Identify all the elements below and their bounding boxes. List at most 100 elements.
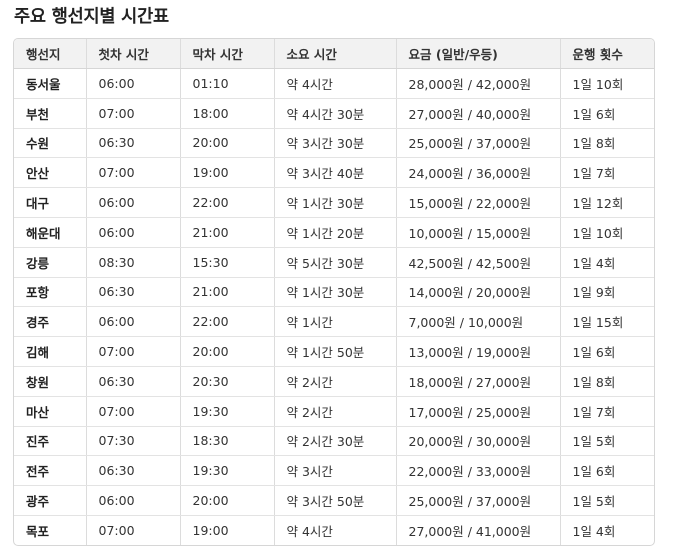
- table-row: 경주 06:00 22:00 약 1시간 7,000원 / 10,000원 1일 15회: [14, 306, 654, 338]
- duration-cell: 약 3시간 40분: [274, 157, 397, 189]
- last-bus-cell: 22:00: [180, 187, 275, 218]
- destination-cell: 부천: [14, 98, 87, 129]
- table-row: 대구 06:00 22:00 약 1시간 30분 15,000원 / 22,000원 1일…: [14, 187, 654, 218]
- frequency-cell: 1일 7회: [560, 396, 654, 427]
- last-bus-cell: 21:00: [180, 217, 275, 248]
- table-row: 강릉 08:30 15:30 약 5시간 30분 42,500원 / 42,500원 1일…: [14, 247, 654, 278]
- table-row: 수원 06:30 20:00 약 3시간 30분 25,000원 / 37,000원 1일…: [14, 128, 654, 159]
- duration-cell: 약 2시간 30분: [274, 426, 397, 457]
- first-bus-cell: 06:30: [86, 455, 181, 487]
- last-bus-cell: 19:30: [180, 455, 275, 487]
- first-bus-cell: 06:00: [86, 217, 181, 248]
- frequency-cell: 1일 7회: [560, 157, 654, 189]
- duration-cell: 약 4시간: [274, 515, 397, 545]
- table-row: 안산 07:00 19:00 약 3시간 40분 24,000원 / 36,000원 1일…: [14, 157, 654, 189]
- first-bus-cell: 08:30: [86, 247, 181, 278]
- fare-cell: 7,000원 / 10,000원: [396, 306, 561, 338]
- fare-cell: 14,000원 / 20,000원: [396, 277, 561, 308]
- table-row: 부천 07:00 18:00 약 4시간 30분 27,000원 / 40,000원 1일…: [14, 98, 654, 129]
- last-bus-cell: 20:30: [180, 366, 275, 397]
- last-bus-cell: 19:00: [180, 515, 275, 545]
- fare-cell: 27,000원 / 41,000원: [396, 515, 561, 545]
- duration-cell: 약 3시간 50분: [274, 485, 397, 516]
- destination-cell: 전주: [14, 455, 87, 487]
- frequency-cell: 1일 10회: [560, 217, 654, 248]
- destination-cell: 수원: [14, 128, 87, 159]
- table-row: 창원 06:30 20:30 약 2시간 18,000원 / 27,000원 1일 8회: [14, 366, 654, 397]
- frequency-cell: 1일 6회: [560, 336, 654, 367]
- duration-cell: 약 2시간: [274, 366, 397, 397]
- destination-cell: 포항: [14, 277, 87, 308]
- fare-cell: 22,000원 / 33,000원: [396, 455, 561, 487]
- table-row: 동서울 06:00 01:10 약 4시간 28,000원 / 42,000원 1일 10…: [14, 68, 654, 99]
- first-bus-cell: 06:00: [86, 485, 181, 516]
- destination-cell: 진주: [14, 426, 87, 457]
- frequency-cell: 1일 8회: [560, 366, 654, 397]
- fare-cell: 25,000원 / 37,000원: [396, 128, 561, 159]
- destination-cell: 광주: [14, 485, 87, 516]
- duration-cell: 약 1시간 30분: [274, 277, 397, 308]
- duration-cell: 약 5시간 30분: [274, 247, 397, 278]
- table-body: 동서울 06:00 01:10 약 4시간 28,000원 / 42,000원 1일 10…: [14, 68, 654, 545]
- destination-cell: 목포: [14, 515, 87, 545]
- frequency-cell: 1일 5회: [560, 426, 654, 457]
- fare-cell: 42,500원 / 42,500원: [396, 247, 561, 278]
- duration-cell: 약 3시간 30분: [274, 128, 397, 159]
- fare-cell: 10,000원 / 15,000원: [396, 217, 561, 248]
- fare-cell: 18,000원 / 27,000원: [396, 366, 561, 397]
- first-bus-cell: 06:00: [86, 306, 181, 338]
- fare-cell: 25,000원 / 37,000원: [396, 485, 561, 516]
- duration-cell: 약 2시간: [274, 396, 397, 427]
- frequency-cell: 1일 6회: [560, 455, 654, 487]
- header-fare: 요금 (일반/우등): [396, 39, 561, 69]
- first-bus-cell: 07:00: [86, 396, 181, 427]
- frequency-cell: 1일 12회: [560, 187, 654, 218]
- first-bus-cell: 06:00: [86, 187, 181, 218]
- destination-cell: 경주: [14, 306, 87, 338]
- first-bus-cell: 07:00: [86, 98, 181, 129]
- fare-cell: 20,000원 / 30,000원: [396, 426, 561, 457]
- table-row: 마산 07:00 19:30 약 2시간 17,000원 / 25,000원 1일 7회: [14, 396, 654, 427]
- schedule-table-container: 행선지 첫차 시간 막차 시간 소요 시간 요금 (일반/우등) 운행 횟수 동…: [13, 38, 655, 546]
- frequency-cell: 1일 4회: [572, 523, 616, 539]
- table-row: 포항 06:30 21:00 약 1시간 30분 14,000원 / 20,000원 1일…: [14, 277, 654, 308]
- frequency-cell: 1일 15회: [560, 306, 654, 338]
- first-bus-cell: 07:00: [86, 515, 181, 545]
- header-first-bus: 첫차 시간: [86, 39, 181, 69]
- fare-cell: 17,000원 / 25,000원: [396, 396, 561, 427]
- destination-cell: 김해: [14, 336, 87, 367]
- destination-cell: 해운대: [14, 217, 87, 248]
- last-bus-cell: 19:30: [180, 396, 275, 427]
- destination-cell: 창원: [14, 366, 87, 397]
- last-bus-cell: 21:00: [180, 277, 275, 308]
- table-header: 행선지 첫차 시간 막차 시간 소요 시간 요금 (일반/우등) 운행 횟수: [14, 39, 654, 69]
- last-bus-cell: 22:00: [180, 306, 275, 338]
- destination-cell: 안산: [14, 157, 87, 189]
- header-destination: 행선지: [14, 39, 87, 69]
- table-row: 전주 06:30 19:30 약 3시간 22,000원 / 33,000원 1일 6회: [14, 455, 654, 487]
- fare-cell: 13,000원 / 19,000원: [396, 336, 561, 367]
- duration-cell: 약 1시간 50분: [274, 336, 397, 367]
- first-bus-cell: 06:00: [86, 68, 181, 99]
- duration-cell: 약 4시간 30분: [274, 98, 397, 129]
- frequency-cell: 1일 9회: [560, 277, 654, 308]
- header-duration: 소요 시간: [274, 39, 397, 69]
- frequency-cell: 1일 8회: [560, 128, 654, 159]
- table-row: 목포 07:00 19:00 약 4시간 27,000원 / 41,000원 1일 4회: [14, 515, 654, 545]
- page-title: 주요 행선지별 시간표: [14, 7, 169, 27]
- first-bus-cell: 07:30: [86, 426, 181, 457]
- header-last-bus: 막차 시간: [180, 39, 275, 69]
- duration-cell: 약 1시간 30분: [274, 187, 397, 218]
- duration-cell: 약 4시간: [274, 68, 397, 99]
- last-bus-cell: 19:00: [180, 157, 275, 189]
- first-bus-cell: 06:30: [86, 277, 181, 308]
- table-row: 김해 07:00 20:00 약 1시간 50분 13,000원 / 19,000원 1일…: [14, 336, 654, 367]
- last-bus-cell: 20:00: [180, 485, 275, 516]
- fare-cell: 27,000원 / 40,000원: [396, 98, 561, 129]
- destination-cell: 대구: [14, 187, 87, 218]
- last-bus-cell: 18:00: [180, 98, 275, 129]
- fare-cell: 28,000원 / 42,000원: [396, 68, 561, 99]
- frequency-cell: 1일 4회: [560, 247, 654, 278]
- last-bus-cell: 15:30: [180, 247, 275, 278]
- first-bus-cell: 07:00: [86, 336, 181, 367]
